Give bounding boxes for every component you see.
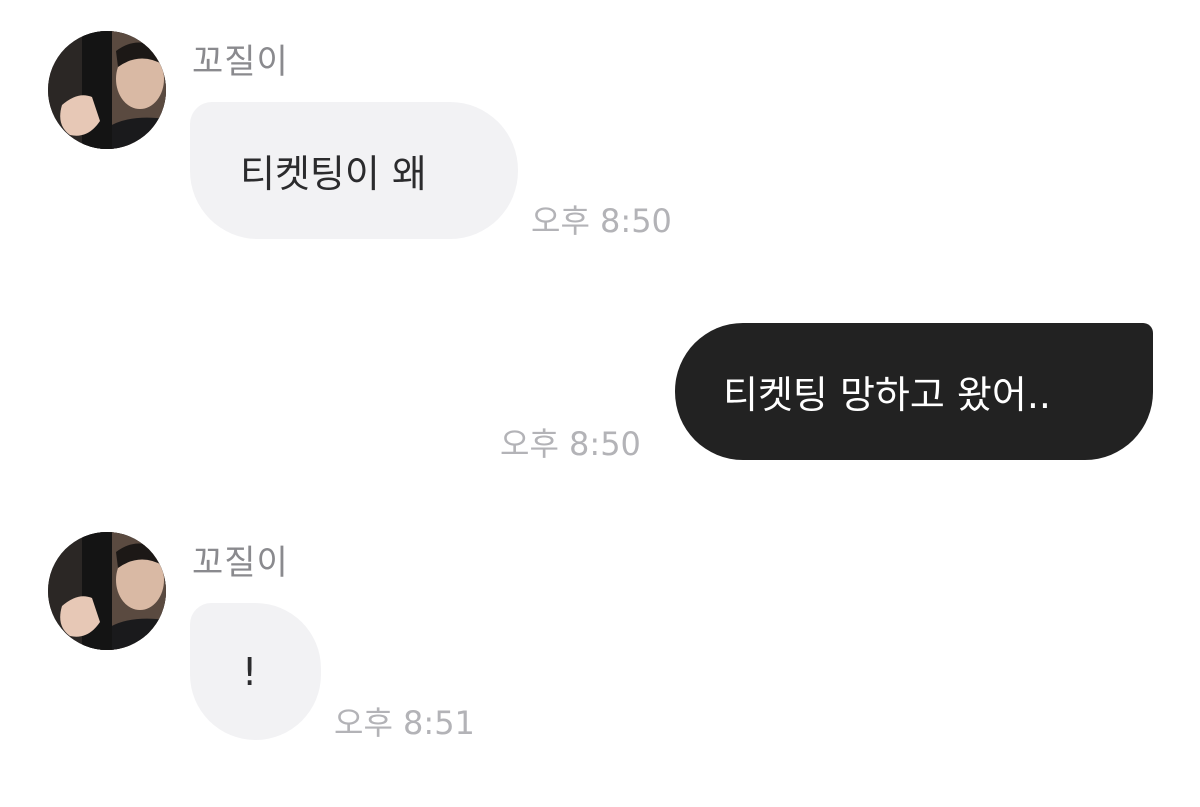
avatar-photo [48,31,166,149]
message-timestamp: 오후 8:50 [500,425,641,463]
sender-name: 꼬질이 [192,543,289,583]
chat-thread: 꼬질이 티켓팅이 왜 오후 8:50 오후 8:50 티켓팅 망하고 왔어.. … [0,0,1200,807]
sender-name: 꼬질이 [192,42,289,82]
message-bubble-incoming[interactable]: 티켓팅이 왜 [190,102,518,239]
message-bubble-outgoing[interactable]: 티켓팅 망하고 왔어.. [675,323,1153,460]
avatar[interactable] [48,532,166,650]
avatar[interactable] [48,31,166,149]
message-timestamp: 오후 8:50 [531,202,672,240]
message-text: 티켓팅 망하고 왔어.. [723,373,1051,417]
message-text: ! [242,649,258,694]
message-bubble-incoming[interactable]: ! [190,603,321,740]
message-timestamp: 오후 8:51 [334,704,475,742]
message-text: 티켓팅이 왜 [240,152,427,196]
avatar-photo [48,532,166,650]
